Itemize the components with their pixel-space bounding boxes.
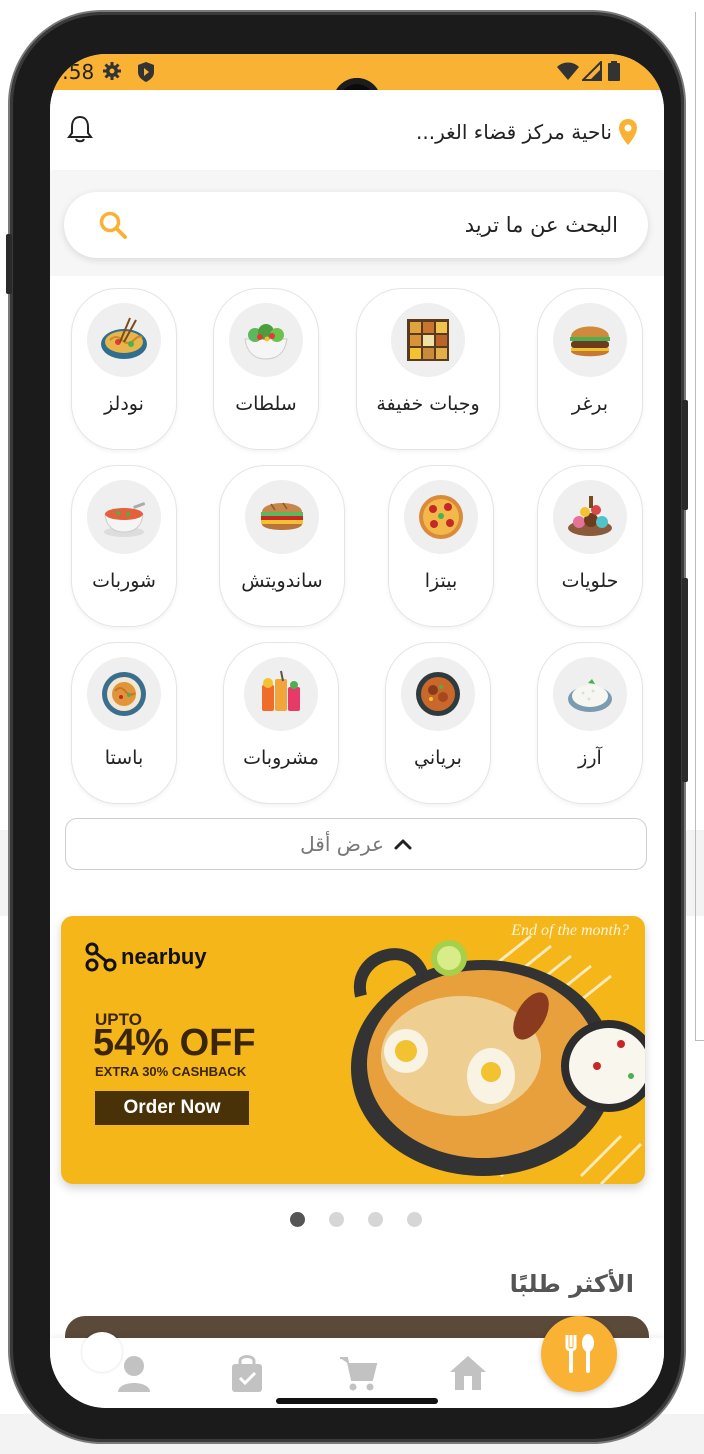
sandwich-icon	[245, 480, 319, 554]
carousel-dot[interactable]	[290, 1212, 305, 1227]
category-pizza[interactable]: بيتزا	[388, 465, 494, 627]
signal-icon	[582, 61, 602, 81]
dessert-icon	[553, 480, 627, 554]
category-label: حلويات	[561, 570, 619, 592]
category-snacks[interactable]: وجبات خفيفة	[356, 288, 500, 450]
category-drinks[interactable]: مشروبات	[223, 642, 339, 804]
banner-corner-text: End of the month?	[511, 922, 629, 939]
search-icon[interactable]	[98, 210, 128, 240]
nav-indicator	[82, 1332, 122, 1372]
biryani-icon	[401, 657, 475, 731]
volume-button	[682, 400, 688, 510]
location-selector[interactable]: ناحية مركز قضاء الغر...	[416, 118, 638, 146]
bell-icon[interactable]	[66, 114, 94, 144]
banner-discount: 54% OFF	[93, 1022, 256, 1064]
snacks-icon	[391, 303, 465, 377]
app-header: ناحية مركز قضاء الغر...	[50, 90, 664, 170]
category-burger[interactable]: برغر	[537, 288, 643, 450]
rice-icon	[553, 657, 627, 731]
background-divider	[695, 1040, 704, 1041]
banner-brand: nearbuy	[85, 942, 207, 972]
category-sandwich[interactable]: ساندويتش	[219, 465, 345, 627]
soup-icon	[87, 480, 161, 554]
drinks-icon	[244, 657, 318, 731]
location-pin-icon	[619, 119, 637, 145]
home-indicator	[276, 1398, 438, 1404]
promo-banner[interactable]: nearbuy UPTO 54% OFF EXTRA 30% CASHBACK …	[61, 916, 645, 1184]
pasta-icon	[87, 657, 161, 731]
background-divider	[695, 12, 696, 1040]
orders-bag-icon[interactable]	[230, 1354, 264, 1394]
fork-spoon-icon	[565, 1334, 594, 1373]
wifi-icon	[557, 62, 579, 80]
gear-icon	[103, 62, 121, 80]
category-soups[interactable]: شوربات	[71, 465, 177, 627]
category-label: ساندويتش	[241, 570, 323, 592]
category-label: آرز	[578, 747, 602, 769]
category-pasta[interactable]: باستا	[71, 642, 177, 804]
status-time: :58	[62, 60, 95, 84]
category-biryani[interactable]: برياني	[385, 642, 491, 804]
category-label: وجبات خفيفة	[376, 393, 480, 415]
chevron-up-icon	[394, 839, 412, 850]
cart-icon[interactable]	[338, 1354, 378, 1392]
section-title: الأكثر طلبًا	[509, 1270, 634, 1298]
search-input[interactable]: البحث عن ما تريد	[465, 213, 618, 237]
order-now-button[interactable]: Order Now	[95, 1091, 249, 1125]
search-section: البحث عن ما تريد	[50, 172, 664, 276]
category-label: بيتزا	[424, 570, 458, 592]
category-label: سلطات	[235, 393, 297, 415]
search-bar[interactable]: البحث عن ما تريد	[64, 192, 648, 258]
carousel-dot[interactable]	[407, 1212, 422, 1227]
category-label: شوربات	[92, 570, 156, 592]
shield-icon	[138, 62, 154, 82]
category-label: برغر	[571, 393, 609, 415]
profile-icon[interactable]	[116, 1354, 152, 1394]
phone-frame: :58 ناحية مركز قضاء الغر... البحث عن ما …	[6, 12, 688, 1442]
burger-icon	[553, 303, 627, 377]
category-label: مشروبات	[243, 747, 319, 769]
location-text: ناحية مركز قضاء الغر...	[416, 120, 612, 144]
salad-icon	[229, 303, 303, 377]
banner-cashback: EXTRA 30% CASHBACK	[95, 1064, 247, 1079]
carousel-dot[interactable]	[329, 1212, 344, 1227]
carousel-dot[interactable]	[368, 1212, 383, 1227]
home-icon[interactable]	[448, 1354, 488, 1392]
category-label: باستا	[104, 747, 144, 769]
show-less-label: عرض أقل	[300, 832, 384, 856]
side-button	[6, 234, 12, 294]
category-desserts[interactable]: حلويات	[537, 465, 643, 627]
battery-icon	[608, 61, 620, 81]
pizza-icon	[404, 480, 478, 554]
category-noodles[interactable]: نودلز	[71, 288, 177, 450]
noodles-icon	[87, 303, 161, 377]
carousel-indicator	[290, 1212, 422, 1227]
category-rice[interactable]: آرز	[537, 642, 643, 804]
restaurants-fab-button[interactable]	[541, 1316, 617, 1392]
app-screen: :58 ناحية مركز قضاء الغر... البحث عن ما …	[50, 54, 664, 1408]
category-salads[interactable]: سلطات	[213, 288, 319, 450]
category-label: نودلز	[104, 393, 144, 415]
side-button	[682, 578, 688, 782]
show-less-button[interactable]: عرض أقل	[65, 818, 647, 870]
category-label: برياني	[414, 747, 462, 769]
nearbuy-logo-icon	[85, 942, 117, 972]
